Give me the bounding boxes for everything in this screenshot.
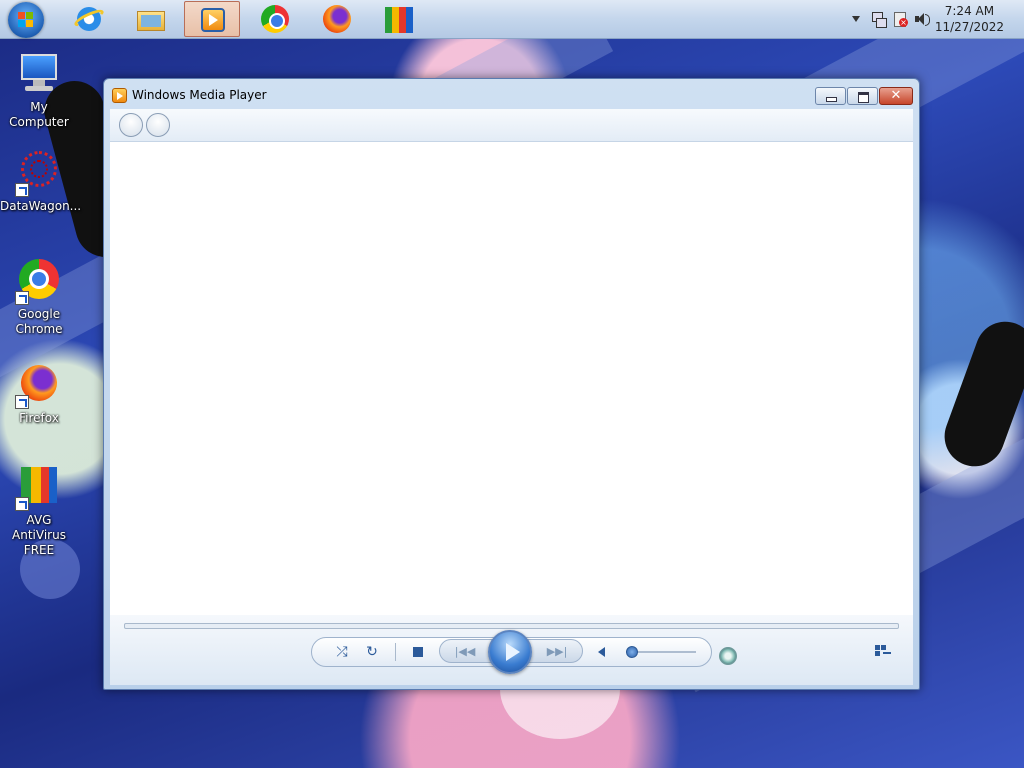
separator xyxy=(395,643,396,661)
clock-time: 7:24 AM xyxy=(944,4,995,18)
show-hidden-icons-chevron[interactable] xyxy=(848,11,864,27)
desktop-icon-label: My Computer xyxy=(9,100,69,129)
close-icon: ✕ xyxy=(890,88,902,103)
window-title: Windows Media Player xyxy=(132,88,267,102)
taskbar-chrome[interactable] xyxy=(247,1,303,37)
windows-media-player-icon xyxy=(112,88,127,103)
stop-icon xyxy=(413,647,423,657)
desktop-icon-avg-antivirus[interactable]: AVG AntiVirus FREE xyxy=(0,463,78,558)
taskbar-internet-explorer[interactable] xyxy=(61,1,117,37)
action-center-icon[interactable]: × xyxy=(892,11,908,27)
system-tray: × 7:24 AM 11/27/2022 xyxy=(834,0,1024,39)
play-button[interactable] xyxy=(488,630,532,674)
chrome-icon xyxy=(261,5,289,33)
datawagon-icon xyxy=(15,149,63,197)
seek-bar[interactable] xyxy=(124,623,899,629)
maximize-icon xyxy=(858,92,869,103)
volume-slider-thumb[interactable] xyxy=(626,646,638,658)
previous-icon: |◀◀ xyxy=(454,645,476,658)
maximize-button[interactable] xyxy=(847,87,878,105)
switch-to-now-playing-icon xyxy=(875,645,891,657)
minimize-icon xyxy=(826,97,837,102)
clock-date: 11/27/2022 xyxy=(934,20,1004,34)
shortcut-arrow-icon xyxy=(15,183,29,197)
shuffle-button[interactable]: ⤮ xyxy=(332,642,352,662)
library-content-pane[interactable] xyxy=(110,142,913,615)
network-icon[interactable] xyxy=(870,11,887,28)
title-bar[interactable]: Windows Media Player ✕ xyxy=(104,79,919,109)
internet-explorer-icon xyxy=(72,5,106,33)
desktop-icon-datawagon[interactable]: DataWagon... xyxy=(0,149,82,214)
taskbar-windows-media-player[interactable] xyxy=(184,1,240,37)
navigation-bar xyxy=(110,109,913,142)
file-explorer-icon xyxy=(137,5,165,33)
switch-to-now-playing-orb[interactable] xyxy=(719,647,737,665)
close-button[interactable]: ✕ xyxy=(879,87,913,105)
volume-icon[interactable] xyxy=(914,11,930,27)
minimize-button[interactable] xyxy=(815,87,846,105)
previous-button[interactable]: |◀◀ xyxy=(450,642,480,662)
taskbar: × 7:24 AM 11/27/2022 xyxy=(0,0,1024,39)
mute-button[interactable] xyxy=(594,642,610,662)
player-client-area: ⤮ ↻ |◀◀ ▶▶| xyxy=(110,109,913,685)
shortcut-arrow-icon xyxy=(15,291,29,305)
shortcut-arrow-icon xyxy=(15,395,29,409)
desktop-icon-label: DataWagon... xyxy=(0,199,82,213)
avg-antivirus-icon xyxy=(385,5,413,33)
taskbar-firefox[interactable] xyxy=(309,1,365,37)
next-button[interactable]: ▶▶| xyxy=(542,642,572,662)
shortcut-arrow-icon xyxy=(15,497,29,511)
windows-media-player-icon xyxy=(199,6,227,34)
volume-icon xyxy=(598,647,605,657)
desktop-icon-label: Google Chrome xyxy=(15,307,63,336)
desktop-icon-my-computer[interactable]: My Computer xyxy=(0,50,78,130)
switch-view-button[interactable] xyxy=(873,641,895,661)
firefox-icon xyxy=(15,361,63,409)
desktop-icon-label: Firefox xyxy=(19,411,59,425)
desktop-icon-google-chrome[interactable]: Google Chrome xyxy=(0,257,78,337)
firefox-icon xyxy=(323,5,351,33)
playback-controls: ⤮ ↻ |◀◀ ▶▶| xyxy=(110,615,913,685)
avg-icon xyxy=(15,463,63,511)
forward-button[interactable] xyxy=(146,113,170,137)
repeat-button[interactable]: ↻ xyxy=(362,642,382,662)
stop-button[interactable] xyxy=(408,642,428,662)
shuffle-icon: ⤮ xyxy=(336,644,348,660)
chrome-icon xyxy=(15,257,63,305)
taskbar-file-explorer[interactable] xyxy=(123,1,179,37)
desktop-icon-label: AVG AntiVirus FREE xyxy=(12,513,66,557)
windows-start-icon xyxy=(18,12,34,28)
clock[interactable]: 7:24 AM 11/27/2022 xyxy=(935,3,1004,35)
windows-media-player-window: Windows Media Player ✕ ⤮ ↻ |◀◀ ▶▶| xyxy=(103,78,920,690)
repeat-icon: ↻ xyxy=(366,644,378,660)
start-button[interactable] xyxy=(8,2,44,38)
back-button[interactable] xyxy=(119,113,143,137)
next-icon: ▶▶| xyxy=(546,645,568,658)
taskbar-avg-antivirus[interactable] xyxy=(371,1,427,37)
desktop-icon-firefox[interactable]: Firefox xyxy=(0,361,78,426)
computer-icon xyxy=(15,50,63,98)
